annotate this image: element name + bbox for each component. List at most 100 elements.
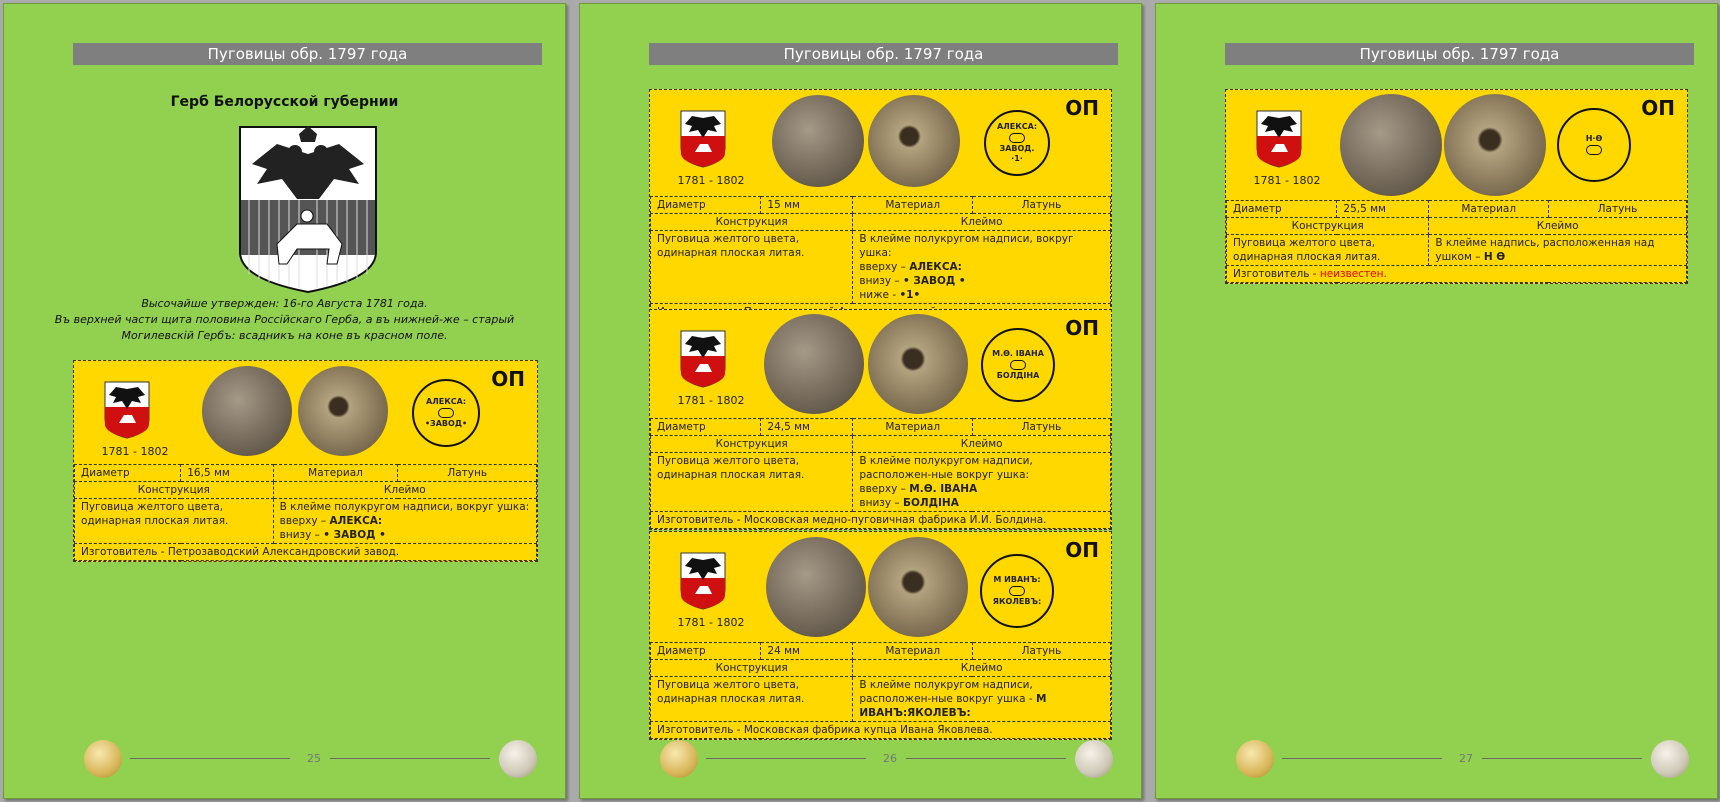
stamp-bottom-text: БОЛДІНА	[996, 371, 1040, 380]
mark-inscription: АЛЕКСА:	[329, 515, 383, 527]
construction-label: Конструкция	[649, 435, 854, 453]
years-label: 1781 - 1802	[677, 394, 745, 407]
mark-inscription: •1•	[899, 289, 921, 301]
stamp-bottom-text: ЯКОЛЕВЪ:	[992, 597, 1042, 606]
mark-prefix: вверху –	[859, 483, 910, 495]
diam-label: Диаметр	[649, 642, 762, 660]
footer-divider	[906, 758, 1066, 759]
stamp-diagram: Н·Ѳ	[1557, 108, 1631, 182]
mark-line: В клейме полукругом надписи, вокруг ушка…	[859, 233, 1074, 259]
construction-label: Конструкция	[74, 481, 274, 499]
mark-label: Клеймо	[852, 435, 1111, 453]
crest-icon	[680, 330, 726, 388]
material-label: Материал	[1428, 200, 1549, 218]
mark-text: В клейме полукругом надписи, вокруг ушка…	[852, 230, 1111, 304]
op-label: ОП	[1065, 316, 1099, 340]
coat-of-arms-image	[239, 126, 377, 294]
coin-front-image	[766, 537, 866, 637]
mark-inscription: АЛЕКСА:	[909, 261, 962, 273]
page-25: Пуговицы обр. 1797 года Герб Белорусской…	[3, 3, 566, 799]
silver-coin-icon	[1075, 740, 1113, 778]
mark-text: В клейме полукругом надписи, вокруг ушка…	[272, 498, 538, 544]
construction-text: Пуговица желтого цвета, одинарная плоска…	[649, 676, 854, 722]
mark-line: вверху – АЛЕКСА:	[859, 260, 1104, 274]
material-label: Материал	[852, 642, 973, 660]
desc-line: Въ верхней части щита половина Россійска…	[54, 313, 515, 326]
material-value: Латунь	[971, 196, 1112, 214]
footer-divider	[130, 758, 290, 759]
mark-label: Клеймо	[1428, 217, 1687, 235]
button-specs-table: Диаметр 24 мм Материал Латунь Конструкция Кл…	[649, 642, 1112, 739]
crest-icon	[680, 552, 726, 610]
crest-icon	[1256, 110, 1302, 168]
stamp-top-text: М.Ѳ. ІВАНА	[992, 349, 1044, 358]
button-specs-table: Диаметр 15 мм Материал Латунь Конструкция Кл…	[649, 196, 1112, 321]
years-label: 1781 - 1802	[677, 616, 745, 629]
stamp-bottom-text: ЗАВОД.	[999, 144, 1035, 153]
mark-line: В клейме полукругом надписи, вокруг ушка…	[279, 501, 530, 513]
stamp-diagram: М ИВАНЪ: ЯКОЛЕВЪ:	[980, 554, 1054, 628]
material-value: Латунь	[397, 464, 537, 482]
stamp-bottom-text: •ЗАВОД•	[424, 419, 468, 428]
material-value: Латунь	[971, 418, 1112, 436]
mark-line: В клейме полукругом надписи, расположен-…	[859, 455, 1033, 481]
stamp-diagram: М.Ѳ. ІВАНА БОЛДІНА	[981, 328, 1055, 402]
coin-back-image	[1444, 94, 1546, 196]
mark-text: В клейме полукругом надписи, расположен-…	[852, 452, 1111, 512]
material-label: Материал	[852, 196, 973, 214]
gold-coin-icon	[660, 740, 698, 778]
diam-label: Диаметр	[73, 464, 182, 482]
coin-back-image	[868, 314, 968, 414]
mark-text: В клейме полукругом надписи, расположен-…	[852, 676, 1111, 722]
button-card: ОП 1781 - 1802 Н·Ѳ Диаметр 25,5 мм Материа…	[1225, 89, 1688, 284]
gold-coin-icon	[1236, 740, 1274, 778]
footer-divider	[1482, 758, 1642, 759]
page-27: Пуговицы обр. 1797 года ОП 1781 - 1802 Н…	[1155, 3, 1718, 799]
page-footer: 25	[84, 738, 554, 778]
silver-coin-icon	[499, 740, 537, 778]
button-specs-table: Диаметр 16,5 мм Материал Латунь Конструкция…	[73, 464, 538, 561]
material-value: Латунь	[971, 642, 1112, 660]
stamp-top-text: М ИВАНЪ:	[993, 575, 1041, 584]
mark-line: вверху – М.Ѳ. ІВАНА	[859, 482, 1104, 496]
page-number: 27	[1459, 752, 1473, 765]
stamp-top-text: АЛЕКСА:	[996, 122, 1038, 131]
mark-line: В клейме надпись, расположенная над ушко…	[1435, 237, 1655, 263]
construction-text: Пуговица желтого цвета, одинарная плоска…	[1225, 234, 1430, 266]
years-label: 1781 - 1802	[101, 445, 169, 458]
desc-line: Высочайше утвержден: 16-го Августа 1781 …	[141, 297, 428, 310]
material-label: Материал	[272, 464, 399, 482]
diam-label: Диаметр	[649, 418, 762, 436]
diam-value: 24,5 мм	[760, 418, 854, 436]
footer-divider	[706, 758, 866, 759]
material-value: Латунь	[1547, 200, 1688, 218]
op-label: ОП	[1065, 96, 1099, 120]
mark-line: внизу – • ЗАВОД •	[280, 528, 530, 542]
construction-label: Конструкция	[649, 659, 854, 677]
page-footer: 27	[1236, 738, 1706, 778]
mark-line: В клейме полукругом надписи, расположен-…	[859, 679, 1036, 705]
footer-divider	[330, 758, 490, 759]
button-card: ОП 1781 - 1802 АЛЕКСА: •ЗАВОД• Диаметр 16,…	[73, 360, 538, 562]
coin-back-image	[868, 95, 960, 187]
diam-value: 25,5 мм	[1336, 200, 1430, 218]
page-header: Пуговицы обр. 1797 года	[73, 43, 542, 65]
crest-icon	[680, 110, 726, 168]
mark-inscription: М.Ѳ. ІВАНА	[909, 483, 978, 495]
stamp-top-text: Н·Ѳ	[1585, 134, 1603, 143]
mark-prefix: вверху –	[279, 515, 330, 527]
construction-text: Пуговица желтого цвета, одинарная плоска…	[649, 452, 854, 512]
mark-prefix: внизу –	[279, 529, 324, 541]
stamp-diagram: АЛЕКСА: ЗАВОД. ·1·	[984, 110, 1050, 176]
button-card: ОП 1781 - 1802 М.Ѳ. ІВАНА БОЛДІНА Диаметр…	[649, 309, 1112, 530]
gold-coin-icon	[84, 740, 122, 778]
mark-line: ниже - •1•	[859, 288, 1104, 302]
coat-of-arms-title: Герб Белорусской губернии	[170, 94, 399, 110]
page-26: Пуговицы обр. 1797 года ОП 1781 - 1802 А…	[579, 3, 1142, 799]
coin-back-image	[868, 537, 968, 637]
mark-inscription: • ЗАВОД •	[323, 529, 386, 541]
coat-of-arms-description: Высочайше утвержден: 16-го Августа 1781 …	[4, 296, 565, 344]
silver-coin-icon	[1651, 740, 1689, 778]
crest-icon	[104, 381, 150, 439]
maker-text: Изготовитель - Московская медно-пуговичн…	[650, 511, 1111, 529]
